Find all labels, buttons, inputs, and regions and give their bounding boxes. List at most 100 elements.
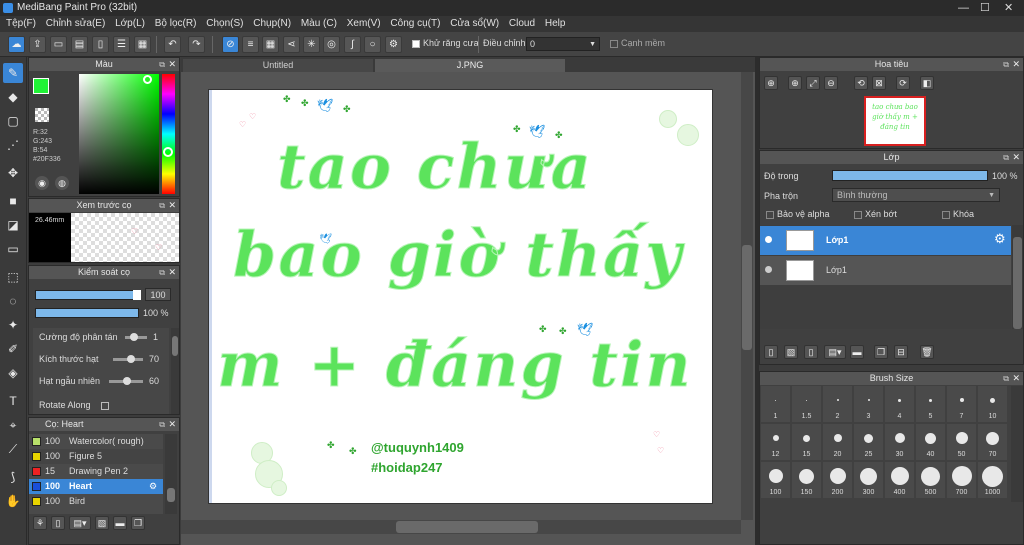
param-handle[interactable] <box>127 355 135 363</box>
new-brush-icon[interactable]: ▯ <box>51 516 65 530</box>
menu-cloud[interactable]: Cloud <box>509 18 535 29</box>
blend-mode-select[interactable]: Bình thường ▼ <box>832 188 1000 202</box>
brush-size-option[interactable]: 1 <box>761 386 790 422</box>
menu-select[interactable]: Chọn(S) <box>206 18 243 29</box>
brush-size-option[interactable]: 3 <box>854 386 883 422</box>
popout-icon[interactable]: ⧉ <box>1003 372 1009 385</box>
lasso-tool-icon[interactable]: ◌ <box>3 291 23 311</box>
menu-help[interactable]: Help <box>545 18 566 29</box>
zoom-out-icon[interactable]: ⊖ <box>824 76 838 90</box>
text-tool-icon[interactable]: T <box>3 391 23 411</box>
curve-snap-icon[interactable]: ∫ <box>344 36 361 53</box>
menu-layer[interactable]: Lớp(L) <box>115 18 145 29</box>
folder-icon[interactable]: ▬ <box>113 516 127 530</box>
brush-size-option[interactable]: 25 <box>854 424 883 460</box>
soft-edge-checkbox[interactable]: Cạnh mềm <box>610 38 665 48</box>
rectangle-tool-icon[interactable]: ▢ <box>3 111 23 131</box>
drawing-canvas[interactable]: tao chưa bao giờ thấy m + đáng tin @tuqu… <box>208 89 713 504</box>
navigator-thumbnail[interactable]: tao chưa bao giờ thấy m + đáng tin <box>864 96 926 146</box>
dotted-brush-icon[interactable]: ⋰ <box>3 135 23 155</box>
brush-size-option[interactable]: 150 <box>792 462 821 498</box>
select-pen-icon[interactable]: ✐ <box>3 339 23 359</box>
brush-list-item[interactable]: 15 Drawing Pen 2 <box>29 464 163 479</box>
lock-checkbox[interactable]: Khóa <box>942 209 974 219</box>
palette-icon[interactable]: ◉ <box>35 176 49 190</box>
grid-icon[interactable]: ▦ <box>134 36 151 53</box>
gear-icon[interactable]: ⚙ <box>149 479 157 494</box>
add-brush-icon[interactable]: ⚘ <box>33 516 47 530</box>
param-handle[interactable] <box>130 333 138 341</box>
duplicate-icon[interactable]: ❐ <box>131 516 145 530</box>
scrollbar-thumb[interactable] <box>172 336 178 356</box>
brush-size-option[interactable]: 300 <box>854 462 883 498</box>
adjust-select[interactable]: 0 ▼ <box>526 37 600 51</box>
antialias-checkbox[interactable]: Khử răng cưa <box>412 38 479 48</box>
brush-list-scrollbar[interactable] <box>165 434 177 514</box>
menu-file[interactable]: Tệp(F) <box>6 18 36 29</box>
menu-filter[interactable]: Bộ lọc(R) <box>155 18 197 29</box>
snap-off-icon[interactable]: ⊘ <box>222 36 239 53</box>
brush-size-option[interactable]: 500 <box>916 462 945 498</box>
brush-list-item[interactable]: 100 Watercolor( rough) <box>29 434 163 449</box>
brush-size-handle[interactable] <box>133 290 141 300</box>
menu-tools[interactable]: Công cụ(T) <box>390 18 440 29</box>
antialias-check-icon[interactable] <box>412 39 420 48</box>
popout-icon[interactable]: ⧉ <box>1003 58 1009 71</box>
duplicate-layer-icon[interactable]: ❐ <box>874 345 888 359</box>
brush-size-option[interactable]: 10 <box>978 386 1007 422</box>
cloud-icon[interactable]: ☁ <box>8 36 25 53</box>
popout-icon[interactable]: ⧉ <box>159 199 165 212</box>
picker-cursor[interactable] <box>143 75 152 84</box>
zoom-in-icon[interactable]: ⊕ <box>788 76 802 90</box>
gear-icon[interactable]: ⚙ <box>994 231 1006 247</box>
brush-size-option[interactable]: 12 <box>761 424 790 460</box>
layer-opacity-track[interactable] <box>832 170 988 181</box>
close-icon[interactable]: ✕ <box>168 266 176 279</box>
popout-icon[interactable]: ⧉ <box>159 418 165 431</box>
brush-size-option[interactable]: 7 <box>947 386 976 422</box>
share-icon[interactable]: ⇪ <box>29 36 46 53</box>
close-icon[interactable]: ✕ <box>168 199 176 212</box>
popout-icon[interactable]: ⧉ <box>159 266 165 279</box>
select-tool-icon[interactable]: ⬚ <box>3 267 23 287</box>
move-tool-icon[interactable]: ✥ <box>3 163 23 183</box>
fit-icon[interactable]: ⤢ <box>806 76 820 90</box>
popout-icon[interactable]: ⧉ <box>159 58 165 71</box>
menu-color[interactable]: Màu (C) <box>301 18 337 29</box>
brush-list-item[interactable]: 100 Bird <box>29 494 163 509</box>
brush-settings-icon[interactable]: ▧ <box>95 516 109 530</box>
hand-tool-icon[interactable]: ✋ <box>3 491 23 511</box>
brush-menu-icon[interactable]: ▤▾ <box>69 516 91 530</box>
swatch-set-icon[interactable]: ◍ <box>55 176 69 190</box>
bucket-tool-icon[interactable]: ◪ <box>3 215 23 235</box>
saturation-value-picker[interactable] <box>79 74 159 194</box>
magic-wand-icon[interactable]: ✦ <box>3 315 23 335</box>
popout-icon[interactable]: ⧉ <box>1003 151 1009 164</box>
menu-edit[interactable]: Chỉnh sửa(E) <box>46 18 106 29</box>
folder-icon[interactable]: ▬ <box>850 345 864 359</box>
list-icon[interactable]: ☰ <box>113 36 130 53</box>
tab-j-png[interactable]: J.PNG <box>375 59 565 72</box>
checkbox-icon[interactable] <box>942 210 950 219</box>
layer-row[interactable]: Lớp1 <box>760 256 1011 285</box>
brush-size-option[interactable]: 200 <box>823 462 852 498</box>
eyedropper-icon[interactable]: ⟆ <box>3 467 23 487</box>
horizontal-scroll-thumb[interactable] <box>396 521 538 533</box>
scrollbar-thumb[interactable] <box>167 488 175 502</box>
menu-view[interactable]: Xem(V) <box>347 18 381 29</box>
hue-cursor[interactable] <box>163 147 173 157</box>
brush-size-scrollbar[interactable] <box>1011 386 1023 502</box>
new-layer-icon[interactable]: ▯ <box>764 345 778 359</box>
brush-list-item-selected[interactable]: 100 Heart ⚙ <box>29 479 163 494</box>
foreground-color-swatch[interactable] <box>33 78 49 94</box>
divide-tool-icon[interactable]: ⟋ <box>3 439 23 459</box>
gear-icon[interactable]: ⚙ <box>385 36 402 53</box>
reset-view-icon[interactable]: ⊠ <box>872 76 886 90</box>
circle-snap-icon[interactable]: ◎ <box>323 36 340 53</box>
vertical-scroll-thumb[interactable] <box>742 245 752 350</box>
brush-size-option[interactable]: 70 <box>978 424 1007 460</box>
flip-icon[interactable]: ◧ <box>920 76 934 90</box>
soft-edge-check-icon[interactable] <box>610 39 618 48</box>
hue-slider[interactable] <box>162 74 175 194</box>
brush-size-option[interactable]: 15 <box>792 424 821 460</box>
